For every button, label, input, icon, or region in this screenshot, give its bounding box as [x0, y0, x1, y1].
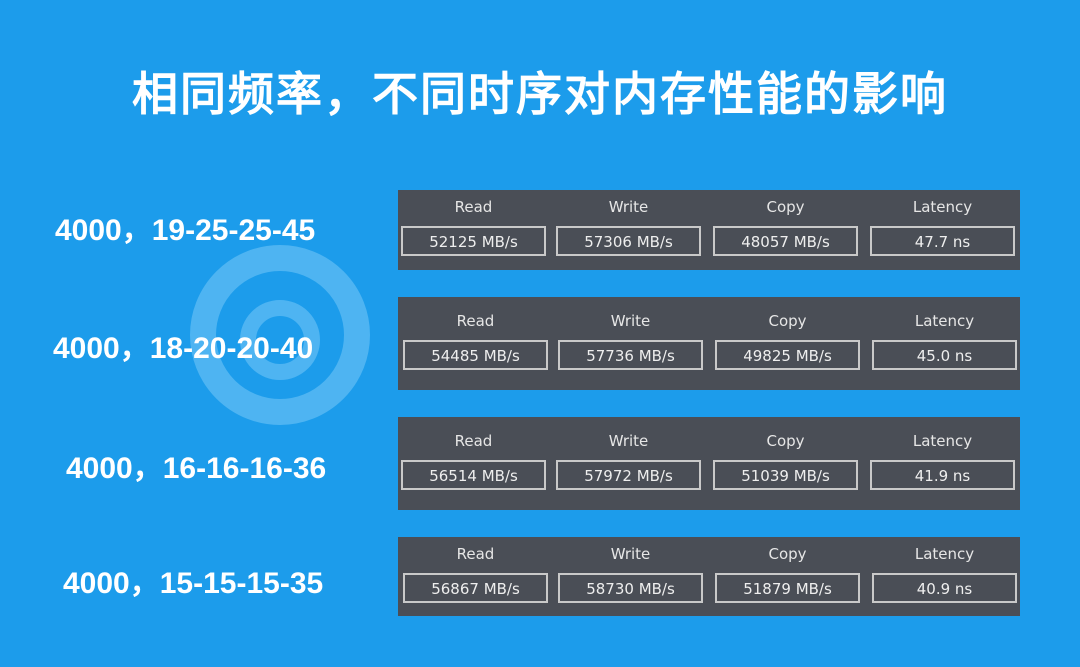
timing-label: 4000，15-15-15-35 — [63, 567, 324, 600]
metric-header: Read — [456, 544, 495, 563]
metric-write: Write 57306 MB/s — [556, 198, 701, 256]
metric-read: Read 52125 MB/s — [401, 198, 546, 256]
metric-header: Copy — [768, 544, 807, 563]
metric-read: Read 56514 MB/s — [401, 432, 546, 490]
metric-header: Write — [610, 544, 651, 563]
metric-header: Write — [608, 431, 649, 450]
metric-value: 48057 MB/s — [713, 226, 858, 256]
metric-value: 49825 MB/s — [715, 339, 860, 370]
metric-value: 52125 MB/s — [401, 226, 546, 256]
timing-label: 4000，18-20-20-40 — [53, 332, 314, 365]
metric-value: 51039 MB/s — [713, 459, 858, 490]
metric-value: 54485 MB/s — [403, 339, 548, 370]
timing-label: 4000，19-25-25-45 — [55, 214, 316, 247]
metric-latency: Latency 40.9 ns — [872, 545, 1017, 603]
metric-value: 56867 MB/s — [403, 572, 548, 603]
metric-copy: Copy 51039 MB/s — [713, 432, 858, 490]
metric-value: 56514 MB/s — [401, 459, 546, 490]
metric-write: Write 58730 MB/s — [558, 545, 703, 603]
metric-header: Latency — [912, 198, 973, 216]
benchmark-panel: Read 52125 MB/s Write 57306 MB/s Copy 48057 M… — [398, 190, 1020, 270]
benchmark-panel: Read 56514 MB/s Write 57972 MB/s Copy 51039 M… — [398, 417, 1020, 510]
metric-header: Copy — [766, 431, 805, 450]
metric-latency: Latency 47.7 ns — [870, 198, 1015, 256]
metric-write: Write 57736 MB/s — [558, 312, 703, 370]
metric-header: Latency — [912, 431, 973, 450]
metric-read: Read 56867 MB/s — [403, 545, 548, 603]
metric-value: 47.7 ns — [870, 226, 1015, 256]
metric-value: 45.0 ns — [872, 339, 1017, 370]
metric-latency: Latency 45.0 ns — [872, 312, 1017, 370]
benchmark-panel: Read 56867 MB/s Write 58730 MB/s Copy 51879 M… — [398, 537, 1020, 616]
metric-read: Read 54485 MB/s — [403, 312, 548, 370]
page-title: 相同频率，不同时序对内存性能的影响 — [132, 67, 948, 121]
metric-header: Latency — [914, 311, 975, 330]
metric-value: 40.9 ns — [872, 572, 1017, 603]
metric-copy: Copy 51879 MB/s — [715, 545, 860, 603]
metric-value: 51879 MB/s — [715, 572, 860, 603]
metric-value: 57306 MB/s — [556, 226, 701, 256]
metric-header: Latency — [914, 544, 975, 563]
benchmark-panel: Read 54485 MB/s Write 57736 MB/s Copy 49825 M… — [398, 297, 1020, 390]
metric-copy: Copy 48057 MB/s — [713, 198, 858, 256]
metric-value: 41.9 ns — [870, 459, 1015, 490]
metric-header: Read — [456, 311, 495, 330]
metric-value: 57736 MB/s — [558, 339, 703, 370]
metric-header: Read — [454, 198, 493, 216]
metric-header: Read — [454, 431, 493, 450]
metric-header: Copy — [768, 311, 807, 330]
metric-header: Copy — [766, 198, 805, 216]
metric-header: Write — [608, 198, 649, 216]
metric-header: Write — [610, 311, 651, 330]
metric-write: Write 57972 MB/s — [556, 432, 701, 490]
metric-value: 57972 MB/s — [556, 459, 701, 490]
metric-copy: Copy 49825 MB/s — [715, 312, 860, 370]
metric-latency: Latency 41.9 ns — [870, 432, 1015, 490]
timing-label: 4000，16-16-16-36 — [66, 452, 327, 485]
metric-value: 58730 MB/s — [558, 572, 703, 603]
